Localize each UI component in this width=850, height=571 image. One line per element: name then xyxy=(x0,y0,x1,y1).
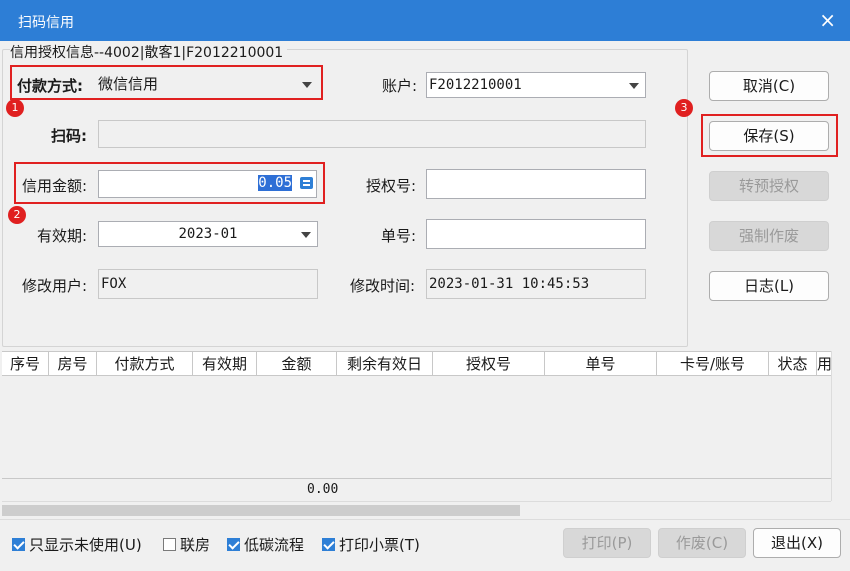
horizontal-scrollbar[interactable] xyxy=(2,501,831,518)
column-header[interactable]: 卡号/账号 xyxy=(657,352,769,375)
checkbox-checked-icon xyxy=(322,538,335,551)
column-header[interactable]: 有效期 xyxy=(193,352,257,375)
column-header[interactable]: 房号 xyxy=(49,352,97,375)
close-icon[interactable]: × xyxy=(819,8,836,32)
scan-label: 扫码: xyxy=(51,127,87,145)
auth-no-input[interactable] xyxy=(426,169,646,199)
validity-label: 有效期: xyxy=(37,227,88,245)
group-caption: 信用授权信息--4002|散客1|F2012210001 xyxy=(10,42,288,62)
validity-value: 2023-01 xyxy=(178,226,238,242)
modified-user-field: FOX xyxy=(98,269,318,299)
modified-time-value: 2023-01-31 10:45:53 xyxy=(429,276,590,292)
column-header[interactable]: 付款方式 xyxy=(97,352,193,375)
print-receipt-label: 打印小票(T) xyxy=(339,536,420,554)
account-label: 账户: xyxy=(382,77,418,95)
validity-select[interactable]: 2023-01 xyxy=(98,221,318,247)
checkbox-unchecked-icon xyxy=(163,538,176,551)
vertical-scrollbar[interactable] xyxy=(831,351,850,501)
chevron-down-icon xyxy=(629,83,639,89)
linked-room-label: 联房 xyxy=(180,536,211,554)
column-header[interactable]: 金额 xyxy=(257,352,337,375)
modified-time-field: 2023-01-31 10:45:53 xyxy=(426,269,646,299)
scrollbar-thumb[interactable] xyxy=(2,505,520,516)
amount-total: 0.00 xyxy=(307,482,339,497)
annotation-badge-2: 2 xyxy=(8,206,26,224)
print-receipt-checkbox[interactable]: 打印小票(T) xyxy=(322,534,420,555)
order-no-label: 单号: xyxy=(381,227,417,245)
low-carbon-label: 低碳流程 xyxy=(244,536,305,554)
column-header[interactable]: 状态 xyxy=(769,352,817,375)
annotation-badge-1: 1 xyxy=(6,99,24,117)
exit-button[interactable]: 退出(X) xyxy=(753,528,841,558)
account-select[interactable]: F2012210001 xyxy=(426,72,646,98)
credit-amount-value: 0.05 xyxy=(258,175,292,191)
title-bar: 扫码信用 × xyxy=(0,0,850,41)
only-unused-label: 只显示未使用(U) xyxy=(29,536,142,554)
linked-room-checkbox[interactable]: 联房 xyxy=(163,534,210,555)
scan-input[interactable] xyxy=(98,120,646,148)
credit-amount-label: 信用金额: xyxy=(22,177,88,195)
checkbox-checked-icon xyxy=(12,538,25,551)
modified-user-label: 修改用户: xyxy=(22,277,88,295)
low-carbon-checkbox[interactable]: 低碳流程 xyxy=(227,534,304,555)
credit-amount-input[interactable]: 0.05 xyxy=(98,170,317,198)
log-button[interactable]: 日志(L) xyxy=(709,271,829,301)
save-button[interactable]: 保存(S) xyxy=(709,121,829,151)
column-header[interactable]: 剩余有效日 xyxy=(337,352,433,375)
modified-time-label: 修改时间: xyxy=(350,277,416,295)
only-unused-checkbox[interactable]: 只显示未使用(U) xyxy=(12,534,142,555)
payment-method-value: 微信信用 xyxy=(98,75,159,93)
column-header[interactable]: 授权号 xyxy=(433,352,545,375)
pre-auth-button[interactable]: 转预授权 xyxy=(709,171,829,201)
void-button[interactable]: 作废(C) xyxy=(658,528,746,558)
calculator-icon[interactable] xyxy=(300,177,313,189)
auth-no-label: 授权号: xyxy=(366,177,417,195)
modified-user-value: FOX xyxy=(101,276,127,292)
chevron-down-icon xyxy=(301,232,311,238)
auth-table: 序号 房号 付款方式 有效期 金额 剩余有效日 授权号 单号 卡号/账号 状态 … xyxy=(2,351,831,502)
annotation-badge-3: 3 xyxy=(675,99,693,117)
payment-method-select[interactable]: 微信信用 xyxy=(96,72,318,98)
column-header[interactable]: 序号 xyxy=(2,352,49,375)
column-header[interactable]: 单号 xyxy=(545,352,657,375)
force-void-button[interactable]: 强制作废 xyxy=(709,221,829,251)
checkbox-checked-icon xyxy=(227,538,240,551)
order-no-input[interactable] xyxy=(426,219,646,249)
account-value: F2012210001 xyxy=(429,77,522,93)
table-header: 序号 房号 付款方式 有效期 金额 剩余有效日 授权号 单号 卡号/账号 状态 … xyxy=(2,352,831,376)
cancel-button[interactable]: 取消(C) xyxy=(709,71,829,101)
column-header[interactable]: 用 xyxy=(817,352,831,375)
window-title: 扫码信用 xyxy=(18,15,74,31)
table-total-row: 0.00 xyxy=(2,478,831,502)
chevron-down-icon xyxy=(302,82,312,88)
payment-method-label: 付款方式: xyxy=(17,77,83,95)
table-body xyxy=(2,377,831,477)
print-button[interactable]: 打印(P) xyxy=(563,528,651,558)
